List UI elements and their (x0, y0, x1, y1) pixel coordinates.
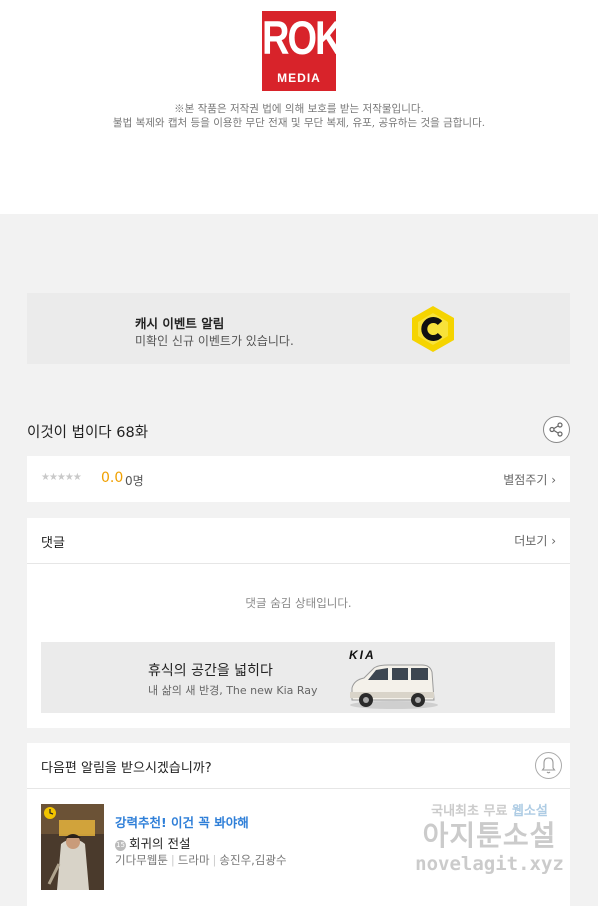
work-thumbnail[interactable] (41, 804, 104, 890)
alert-toggle-button[interactable] (535, 752, 562, 779)
next-episode-alert-card: 다음편 알림을 받으시겠습니까? 강력추천! 이건 꼭 봐야해 15 회귀의 전설… (27, 743, 570, 906)
divider (27, 788, 570, 789)
rating-count: 0명 (125, 474, 144, 488)
cash-coin-icon (412, 306, 454, 352)
car-image (350, 664, 438, 709)
work-category: 드라마 (177, 853, 210, 867)
comments-hidden-message: 댓글 숨김 상태입니다. (245, 596, 352, 610)
meta-separator: | (170, 853, 175, 867)
kia-ad-banner[interactable]: 휴식의 공간을 넓히다 내 삶의 새 반경, The new Kia Ray K… (41, 642, 555, 713)
cash-event-banner[interactable]: 캐시 이벤트 알림 미확인 신규 이벤트가 있습니다. (27, 293, 570, 364)
comments-title: 댓글 (41, 536, 65, 551)
next-alert-question: 다음편 알림을 받으시겠습니까? (41, 761, 212, 776)
rating-card: ★★★★★ 0.0 0명 별점주기 › (27, 456, 570, 502)
cash-event-subtitle: 미확인 신규 이벤트가 있습니다. (135, 334, 294, 348)
work-genre: 기다무웹툰 (115, 853, 168, 867)
copyright-notice: ※본 작품은 저작권 법에 의해 보호를 받는 저작물입니다. 불법 복제와 캡… (40, 102, 558, 130)
share-button[interactable] (543, 416, 570, 443)
comments-card: 댓글 더보기 › 댓글 숨김 상태입니다. 휴식의 공간을 넓히다 내 삶의 새… (27, 518, 570, 728)
recommend-label[interactable]: 강력추천! 이건 꼭 봐야해 (115, 812, 249, 831)
copyright-line-1: ※본 작품은 저작권 법에 의해 보호를 받는 저작물입니다. (174, 103, 424, 115)
comments-more-link[interactable]: 더보기 › (514, 532, 556, 549)
rating-score: 0.0 (101, 470, 124, 486)
give-rating-button[interactable]: 별점주기 › (503, 471, 556, 488)
share-icon (549, 422, 563, 437)
work-meta: 기다무웹툰 | 드라마 | 송진우,김광수 (115, 852, 287, 868)
ad-headline: 휴식의 공간을 넓히다 (148, 663, 273, 679)
cash-event-title: 캐시 이벤트 알림 (135, 316, 225, 331)
age-rating-badge: 15 (115, 840, 126, 851)
header-area: ROK MEDIA ※본 작품은 저작권 법에 의해 보호를 받는 저작물입니다… (0, 0, 598, 214)
thumbnail-art (41, 804, 104, 890)
episode-title: 이것이 법이다 68화 (27, 425, 149, 441)
work-title[interactable]: 15 회귀의 전설 (115, 833, 190, 852)
kia-logo: KIA (349, 648, 376, 662)
rok-media-logo: ROK MEDIA (262, 11, 342, 91)
meta-separator: | (212, 853, 217, 867)
copyright-line-2: 불법 복제와 캡처 등을 이용한 무단 전재 및 무단 복제, 유포, 공유하는… (112, 117, 486, 129)
rating-stars: ★★★★★ (41, 472, 82, 483)
work-title-text: 회귀의 전설 (129, 836, 191, 851)
divider (27, 563, 570, 564)
bell-icon (541, 757, 556, 774)
ad-subline: 내 삶의 새 반경, The new Kia Ray (148, 684, 318, 697)
work-authors: 송진우,김광수 (219, 853, 287, 867)
